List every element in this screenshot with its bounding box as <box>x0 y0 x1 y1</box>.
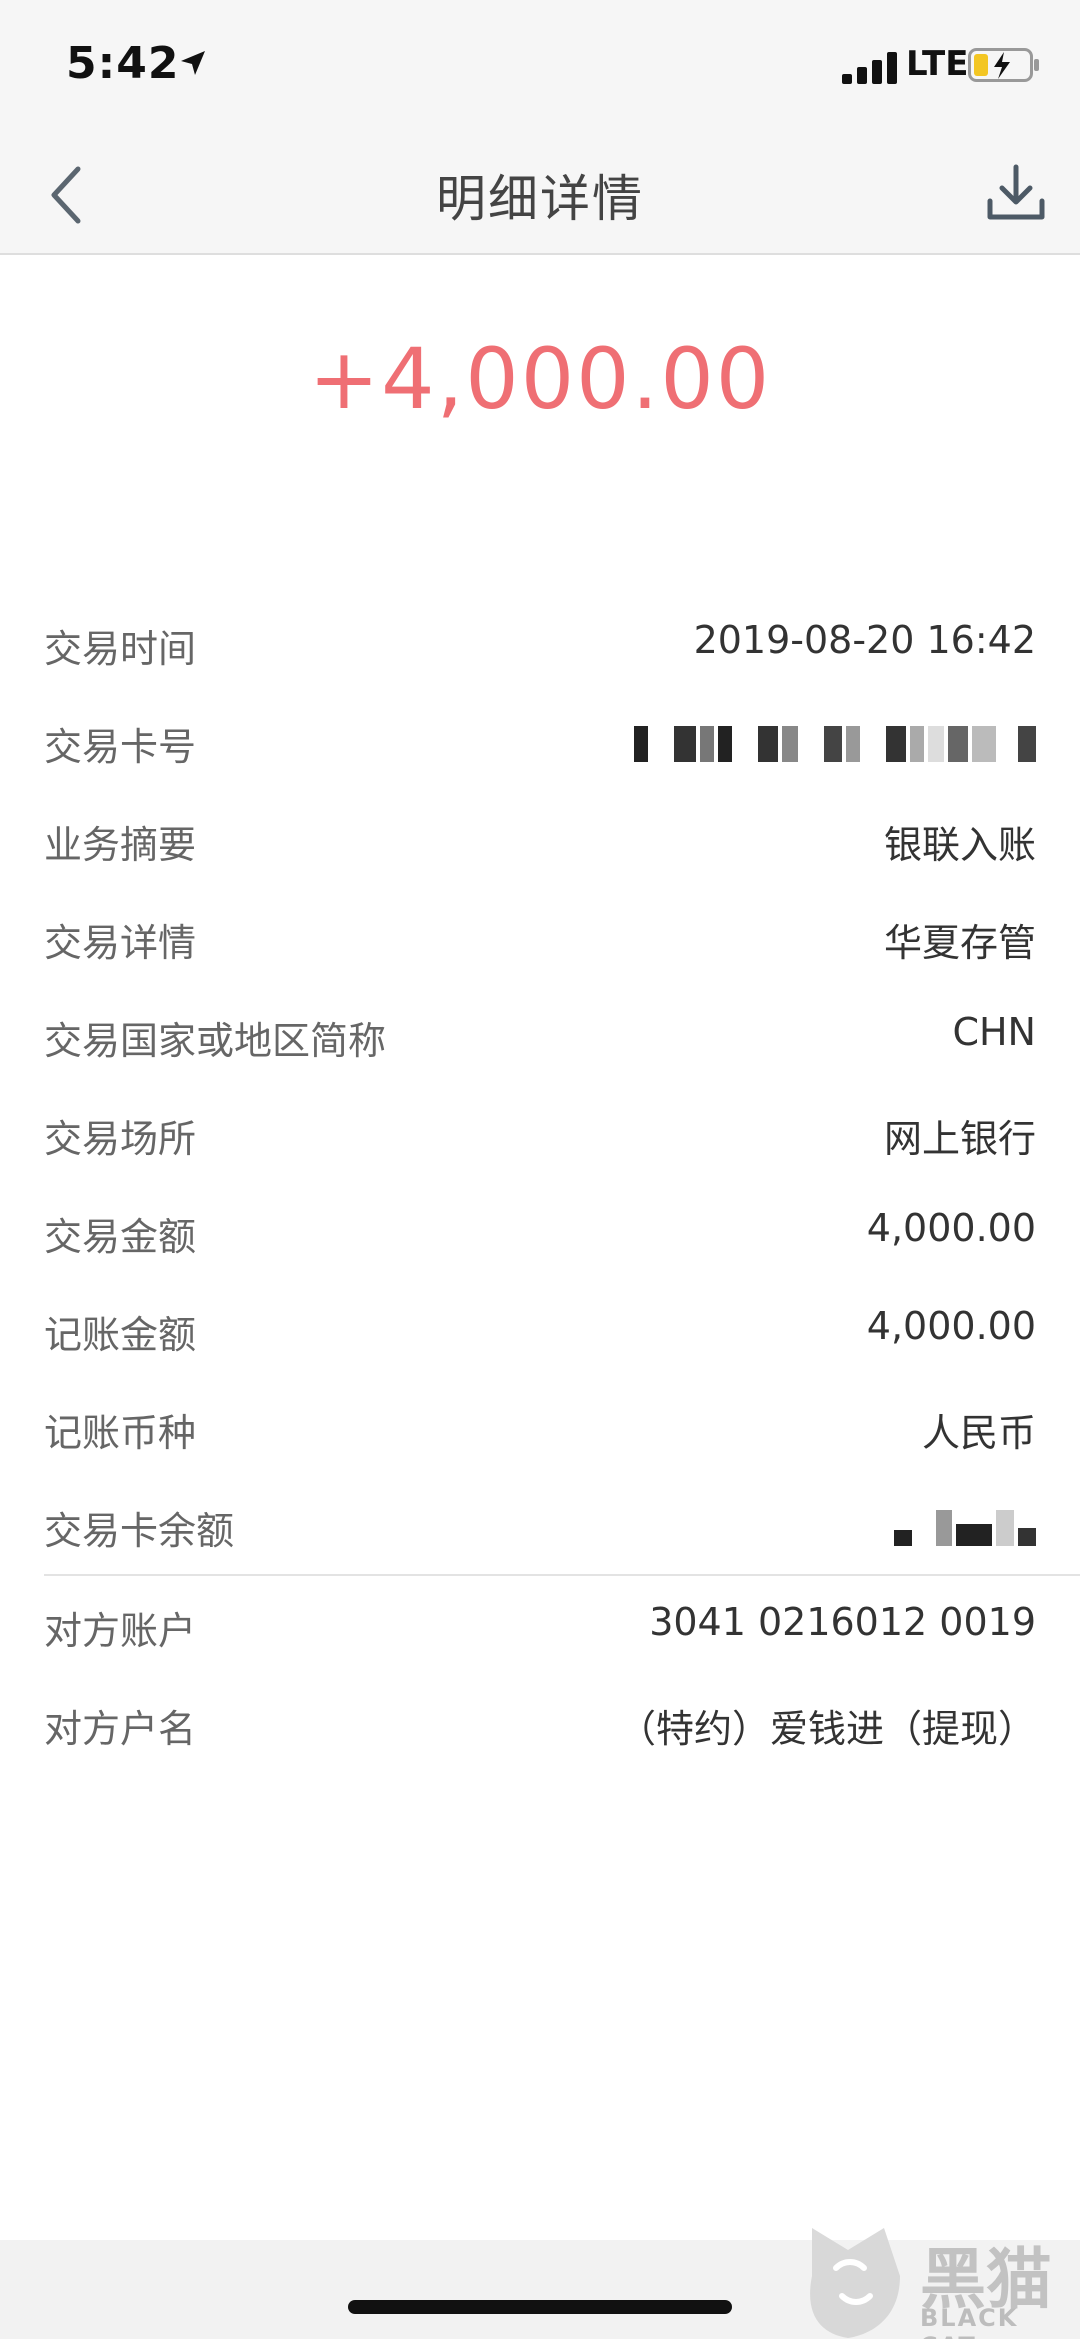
detail-row-counterparty-account: 对方账户 3041 0216012 0019 <box>0 1576 1080 1674</box>
masked-card-balance <box>894 1506 1036 1550</box>
detail-label: 记账金额 <box>44 1313 197 1357</box>
status-time: 5:42 <box>66 38 180 89</box>
detail-row-posted-amount: 记账金额 4,000.00 <box>0 1280 1080 1378</box>
watermark-subtext: BLACK CAT <box>920 2304 1019 2339</box>
detail-value: 4,000.00 <box>866 1206 1036 1250</box>
detail-value: 华夏存管 <box>883 921 1036 965</box>
detail-label: 交易卡余额 <box>44 1509 235 1553</box>
detail-label: 记账币种 <box>44 1411 197 1455</box>
detail-value: 2019-08-20 16:42 <box>693 618 1036 662</box>
detail-label: 业务摘要 <box>44 823 197 867</box>
detail-label: 交易时间 <box>44 627 197 671</box>
location-arrow-icon <box>181 51 205 75</box>
detail-row-business-summary: 业务摘要 银联入账 <box>0 790 1080 888</box>
transaction-detail-screen: 5:42 LTE 明细详情 +4,000.00 交易时间 2019-08-20 … <box>0 0 1080 2339</box>
detail-label: 交易详情 <box>44 921 197 965</box>
detail-value: 网上银行 <box>883 1117 1036 1161</box>
detail-row-country-code: 交易国家或地区简称 CHN <box>0 986 1080 1084</box>
detail-value: 人民币 <box>921 1411 1036 1455</box>
detail-row-transaction-time: 交易时间 2019-08-20 16:42 <box>0 594 1080 692</box>
detail-value: （特约）爱钱进（提现） <box>617 1707 1036 1751</box>
page-title: 明细详情 <box>436 170 644 228</box>
detail-label: 对方户名 <box>44 1707 197 1751</box>
detail-label: 交易金额 <box>44 1215 197 1259</box>
download-icon[interactable] <box>980 157 1052 229</box>
detail-row-card-balance: 交易卡余额 <box>0 1476 1080 1574</box>
detail-row-transaction-details: 交易详情 华夏存管 <box>0 888 1080 986</box>
detail-row-counterparty-name: 对方户名 （特约）爱钱进（提现） <box>0 1674 1080 1772</box>
transaction-details: 交易时间 2019-08-20 16:42 交易卡号 业务摘要 银联入账 交易详… <box>0 594 1080 1772</box>
status-bar: 5:42 LTE <box>0 0 1080 135</box>
detail-value: 银联入账 <box>883 823 1036 867</box>
detail-label: 交易场所 <box>44 1117 197 1161</box>
network-type-label: LTE <box>906 44 969 84</box>
detail-row-card-number: 交易卡号 <box>0 692 1080 790</box>
detail-label: 交易国家或地区简称 <box>44 1019 387 1063</box>
detail-row-transaction-amount: 交易金额 4,000.00 <box>0 1182 1080 1280</box>
detail-row-venue: 交易场所 网上银行 <box>0 1084 1080 1182</box>
home-indicator[interactable] <box>348 2300 732 2314</box>
navigation-bar: 明细详情 <box>0 135 1080 255</box>
detail-label: 交易卡号 <box>44 725 197 769</box>
masked-card-number <box>634 722 1036 766</box>
battery-charging-icon <box>968 48 1039 82</box>
detail-row-currency: 记账币种 人民币 <box>0 1378 1080 1476</box>
detail-label: 对方账户 <box>44 1609 197 1653</box>
detail-value: CHN <box>952 1010 1036 1054</box>
detail-value: 3041 0216012 0019 <box>649 1600 1036 1644</box>
detail-value: 4,000.00 <box>866 1304 1036 1348</box>
transaction-amount: +4,000.00 <box>308 330 772 428</box>
signal-strength-icon <box>842 52 897 84</box>
